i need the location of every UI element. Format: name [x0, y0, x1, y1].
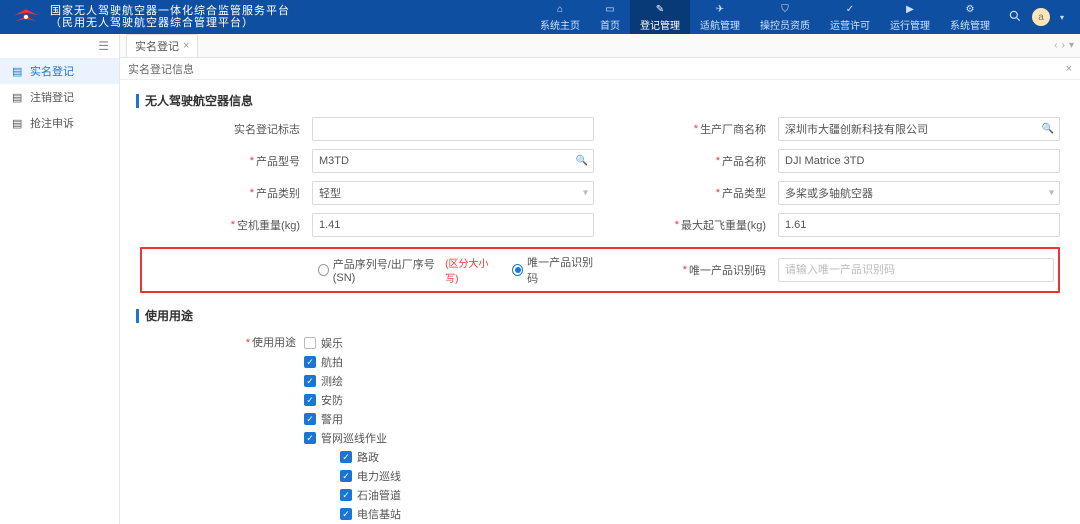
chevron-down-icon[interactable]: ▾ — [1060, 13, 1064, 22]
top-nav: ⌂系统主页▭首页✎登记管理✈适航管理⛉操控员资质✓运营许可▶运行管理⚙系统管理 — [530, 0, 1000, 34]
search-icon[interactable] — [1008, 9, 1022, 26]
checkbox[interactable] — [340, 489, 352, 501]
tab-next-icon[interactable]: › — [1062, 40, 1065, 51]
sidebar-toggle[interactable]: ☰ — [0, 34, 119, 58]
checkbox[interactable] — [304, 413, 316, 425]
empty-weight-input[interactable] — [312, 213, 594, 237]
sidebar-item-注销登记[interactable]: ▤注销登记 — [0, 84, 119, 110]
radio-dot — [318, 264, 329, 276]
sidebar-item-实名登记[interactable]: ▤实名登记 — [0, 58, 119, 84]
section-usage-title: 使用用途 — [136, 307, 1064, 324]
usage-tree: 娱乐航拍测绘安防警用管网巡线作业路政电力巡线石油管道电信基站其他物流运输农林牧渔… — [296, 332, 401, 524]
logo-emblem — [8, 6, 44, 28]
tab-realname[interactable]: 实名登记 × — [126, 34, 198, 57]
sidebar: ☰ ▤实名登记▤注销登记▤抢注申诉 — [0, 34, 120, 524]
close-icon[interactable]: × — [1066, 63, 1072, 75]
label-category: *产品类别 — [140, 185, 300, 201]
nav-登记管理[interactable]: ✎登记管理 — [630, 0, 690, 34]
app-title-line1: 国家无人驾驶航空器一体化综合监管服务平台 — [50, 5, 290, 17]
tabs-controls: ‹ › ▾ — [1054, 40, 1080, 51]
sidebar-item-抢注申诉[interactable]: ▤抢注申诉 — [0, 110, 119, 136]
content: 无人驾驶航空器信息 实名登记标志 *生产厂商名称 🔍 *产品型号 🔍 *产品名称… — [120, 80, 1080, 524]
reg-mark-input[interactable] — [312, 117, 594, 141]
usage-item[interactable]: 航拍 — [304, 354, 401, 370]
model-input[interactable] — [312, 149, 594, 173]
crumb-text: 实名登记信息 — [128, 61, 194, 77]
checkbox[interactable] — [304, 375, 316, 387]
label-mtow: *最大起飞重量(kg) — [606, 217, 766, 233]
unique-code-input[interactable] — [778, 258, 1054, 282]
app-title-line2: （民用无人驾驶航空器综合管理平台） — [50, 17, 290, 29]
app-title: 国家无人驾驶航空器一体化综合监管服务平台 （民用无人驾驶航空器综合管理平台） — [50, 5, 290, 29]
radio-uid[interactable]: 唯一产品识别码 — [512, 254, 594, 286]
tab-label: 实名登记 — [135, 38, 179, 54]
checkbox[interactable] — [340, 451, 352, 463]
radio-sn[interactable]: 产品序列号/出厂序号(SN) (区分大小写) — [318, 255, 494, 285]
label-product-name: *产品名称 — [606, 153, 766, 169]
section-uav-title: 无人驾驶航空器信息 — [136, 92, 1064, 109]
usage-item[interactable]: 管网巡线作业 — [304, 430, 401, 446]
nav-icon: ✓ — [843, 2, 857, 16]
identifier-row: 产品序列号/出厂序号(SN) (区分大小写) 唯一产品识别码 *唯一产品识别码 — [140, 247, 1060, 293]
nav-icon: ⚙ — [963, 2, 977, 16]
manufacturer-input[interactable] — [778, 117, 1060, 141]
avatar[interactable]: a — [1032, 8, 1050, 26]
label-usage: *使用用途 — [226, 332, 296, 350]
nav-icon: ⌂ — [553, 2, 567, 16]
doc-icon: ▤ — [12, 65, 24, 78]
type-select[interactable] — [778, 181, 1060, 205]
nav-icon: ✈ — [713, 2, 727, 16]
radio-dot — [512, 264, 523, 276]
main: 实名登记 × ‹ › ▾ 实名登记信息 × 无人驾驶航空器信息 实名登记标志 *… — [120, 34, 1080, 524]
label-empty-weight: *空机重量(kg) — [140, 217, 300, 233]
checkbox[interactable] — [304, 394, 316, 406]
usage-item[interactable]: 娱乐 — [304, 335, 401, 351]
tab-prev-icon[interactable]: ‹ — [1054, 40, 1057, 51]
product-name-input[interactable] — [778, 149, 1060, 173]
identifier-radio-group: 产品序列号/出厂序号(SN) (区分大小写) 唯一产品识别码 — [318, 254, 594, 286]
doc-icon: ▤ — [12, 117, 24, 130]
usage-item[interactable]: 路政 — [304, 449, 401, 465]
header-right: a ▾ — [1000, 8, 1072, 26]
nav-icon: ⛉ — [778, 2, 792, 16]
breadcrumb: 实名登记信息 × — [120, 58, 1080, 80]
checkbox[interactable] — [340, 508, 352, 520]
nav-系统主页[interactable]: ⌂系统主页 — [530, 0, 590, 34]
label-reg-mark: 实名登记标志 — [140, 121, 300, 137]
usage-item[interactable]: 石油管道 — [304, 487, 401, 503]
mtow-input[interactable] — [778, 213, 1060, 237]
usage-item[interactable]: 警用 — [304, 411, 401, 427]
usage-item[interactable]: 电信基站 — [304, 506, 401, 522]
category-select[interactable] — [312, 181, 594, 205]
usage-block: *使用用途 娱乐航拍测绘安防警用管网巡线作业路政电力巡线石油管道电信基站其他物流… — [136, 332, 1064, 524]
checkbox[interactable] — [304, 356, 316, 368]
label-unique-code: *唯一产品识别码 — [606, 262, 766, 278]
uav-form: 实名登记标志 *生产厂商名称 🔍 *产品型号 🔍 *产品名称 *产品类别 ▾ *… — [136, 117, 1064, 293]
label-type: *产品类型 — [606, 185, 766, 201]
usage-item[interactable]: 安防 — [304, 392, 401, 408]
close-icon[interactable]: × — [183, 40, 189, 52]
usage-item[interactable]: 电力巡线 — [304, 468, 401, 484]
nav-运营许可[interactable]: ✓运营许可 — [820, 0, 880, 34]
doc-icon: ▤ — [12, 91, 24, 104]
tab-menu-icon[interactable]: ▾ — [1069, 40, 1074, 51]
checkbox[interactable] — [304, 432, 316, 444]
label-model: *产品型号 — [140, 153, 300, 169]
nav-系统管理[interactable]: ⚙系统管理 — [940, 0, 1000, 34]
nav-icon: ▶ — [903, 2, 917, 16]
checkbox[interactable] — [340, 470, 352, 482]
nav-适航管理[interactable]: ✈适航管理 — [690, 0, 750, 34]
tabs: 实名登记 × ‹ › ▾ — [120, 34, 1080, 58]
nav-首页[interactable]: ▭首页 — [590, 0, 630, 34]
label-manufacturer: *生产厂商名称 — [606, 121, 766, 137]
nav-操控员资质[interactable]: ⛉操控员资质 — [750, 0, 820, 34]
app-header: 国家无人驾驶航空器一体化综合监管服务平台 （民用无人驾驶航空器综合管理平台） ⌂… — [0, 0, 1080, 34]
checkbox[interactable] — [304, 337, 316, 349]
usage-item[interactable]: 测绘 — [304, 373, 401, 389]
nav-运行管理[interactable]: ▶运行管理 — [880, 0, 940, 34]
nav-icon: ✎ — [653, 2, 667, 16]
nav-icon: ▭ — [603, 2, 617, 16]
